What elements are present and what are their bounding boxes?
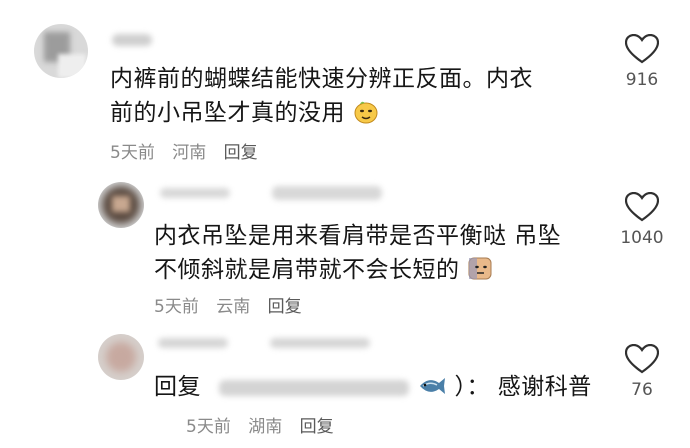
fish-emoji-icon (419, 378, 445, 394)
comment-location: 河南 (172, 143, 207, 163)
avatar[interactable] (34, 24, 88, 78)
username-blurred[interactable] (270, 338, 370, 348)
comment-text[interactable]: 内衣吊坠是用来看肩带是否平衡哒 吊坠不倾斜就是肩带就不会长短的 (154, 219, 584, 287)
heart-icon (625, 192, 659, 222)
comment-text[interactable]: 回复 ）： 感谢科普 (154, 370, 594, 404)
reply-prefix: 回复 (154, 374, 201, 400)
sly-face-emoji-icon (354, 101, 378, 124)
avatar[interactable] (98, 334, 144, 380)
like-button[interactable]: 1040 (610, 192, 674, 248)
comment-location: 湖南 (248, 417, 283, 437)
comment-text-content: 内衣吊坠是用来看肩带是否平衡哒 吊坠不倾斜就是肩带就不会长短的 (154, 223, 562, 283)
comment-text[interactable]: 内裤前的蝴蝶结能快速分辨正反面。内衣前的小吊坠才真的没用 (110, 62, 550, 130)
avatar[interactable] (98, 182, 144, 228)
like-count: 1040 (620, 228, 664, 248)
like-button[interactable]: 916 (610, 34, 674, 90)
comment-meta: 5天前 湖南 回复 (186, 412, 346, 437)
comment-text-content: 内裤前的蝴蝶结能快速分辨正反面。内衣前的小吊坠才真的没用 (110, 66, 533, 126)
reply-after-name: ）： (454, 374, 490, 400)
username-blurred[interactable] (112, 34, 152, 46)
comment-time: 5天前 (186, 417, 231, 437)
like-count: 76 (631, 380, 653, 400)
comment-text-content: 感谢科普 (497, 374, 592, 400)
username-blurred[interactable] (160, 188, 230, 198)
comment-location: 云南 (216, 297, 251, 317)
comment-meta: 5天前 云南 回复 (154, 292, 314, 317)
username-blurred[interactable] (272, 186, 382, 200)
like-button[interactable]: 76 (610, 344, 674, 400)
reply-button[interactable]: 回复 (268, 297, 302, 317)
reply-button[interactable]: 回复 (224, 143, 258, 163)
comment-time: 5天前 (154, 297, 199, 317)
heart-icon (625, 34, 659, 64)
heart-icon (625, 344, 659, 374)
like-count: 916 (625, 70, 659, 90)
comment-time: 5天前 (110, 143, 155, 163)
awkward-face-emoji-icon (468, 257, 492, 280)
reply-target-blurred[interactable] (218, 379, 409, 396)
comment-meta: 5天前 河南 回复 (110, 138, 270, 163)
username-blurred[interactable] (158, 338, 228, 348)
reply-button[interactable]: 回复 (300, 417, 334, 437)
